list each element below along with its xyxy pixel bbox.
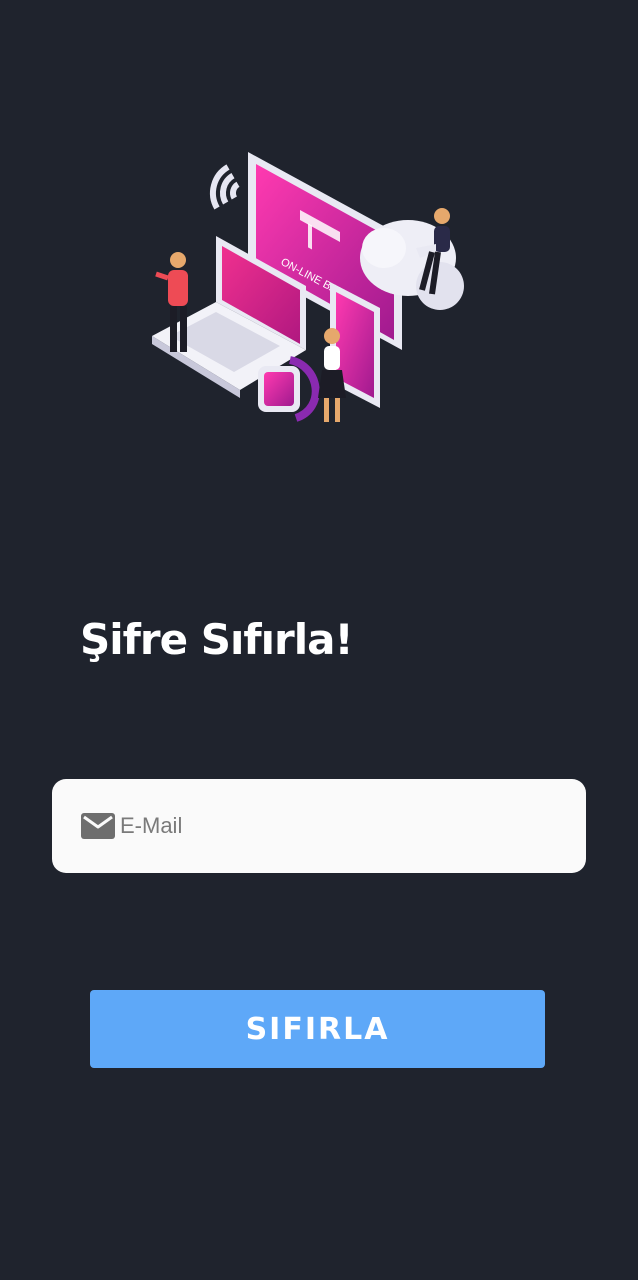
page-title: Şifre Sıfırla! [80,615,354,664]
email-field-container[interactable] [52,779,586,873]
mail-icon [81,813,115,839]
reset-password-button[interactable]: SIFIRLA [90,990,545,1068]
watch-illustration [258,356,320,422]
wifi-icon [210,164,240,210]
online-banking-illustration: ON-LINE BANKING [152,152,464,422]
email-input[interactable] [118,812,542,840]
